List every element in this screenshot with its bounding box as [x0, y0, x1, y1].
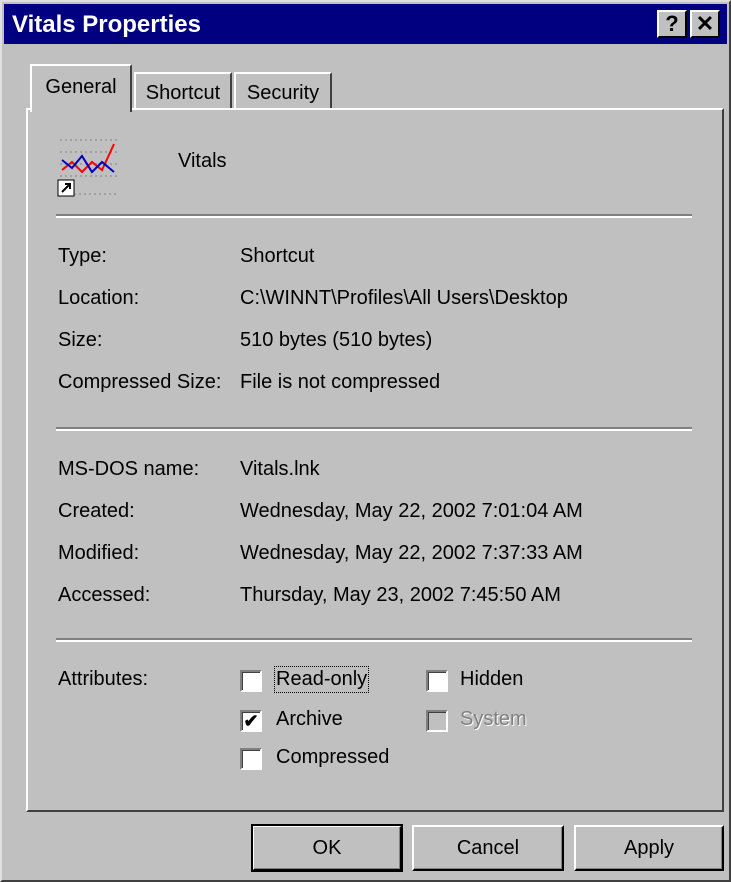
divider [56, 427, 692, 431]
tab-label: Shortcut [145, 82, 221, 104]
modified-value: Wednesday, May 22, 2002 7:37:33 AM [240, 542, 583, 564]
file-name: Vitals [178, 150, 227, 172]
ms-dos-name-label: MS-DOS name: [58, 458, 200, 480]
help-button[interactable]: ? [657, 10, 687, 38]
location-value: C:\WINNT\Profiles\All Users\Desktop [240, 287, 568, 309]
compressed-checkbox[interactable] [240, 748, 262, 770]
size-value: 510 bytes (510 bytes) [240, 329, 433, 351]
divider [56, 214, 692, 218]
read-only-label[interactable]: Read-only [273, 666, 370, 693]
hidden-checkbox[interactable] [426, 670, 448, 692]
read-only-checkbox[interactable] [240, 670, 262, 692]
accessed-value: Thursday, May 23, 2002 7:45:50 AM [240, 584, 561, 606]
archive-label[interactable]: Archive [276, 708, 343, 731]
tab-shortcut[interactable]: Shortcut [134, 72, 232, 112]
type-value: Shortcut [240, 245, 315, 267]
cancel-button[interactable]: Cancel [412, 825, 564, 871]
attributes-label: Attributes: [58, 668, 149, 690]
tab-security[interactable]: Security [234, 72, 332, 112]
close-icon: ✕ [695, 11, 715, 36]
hidden-label[interactable]: Hidden [460, 668, 523, 691]
apply-button[interactable]: Apply [574, 825, 724, 871]
compressed-size-value: File is not compressed [240, 371, 441, 393]
system-checkbox [426, 710, 448, 732]
properties-window: Vitals Properties ? ✕ General Shortcut S… [0, 0, 731, 882]
divider [56, 638, 692, 642]
location-label: Location: [58, 287, 140, 309]
line-chart-shortcut-icon [56, 132, 122, 198]
tab-label: Security [246, 82, 320, 104]
ms-dos-name-value: Vitals.lnk [240, 458, 320, 480]
system-label: System [460, 708, 527, 730]
archive-checkbox[interactable]: ✔ [240, 710, 262, 732]
compressed-label[interactable]: Compressed [276, 746, 389, 769]
help-icon: ? [665, 11, 679, 36]
close-button[interactable]: ✕ [690, 10, 720, 38]
size-label: Size: [58, 329, 103, 351]
title-bar[interactable]: Vitals Properties ? ✕ [4, 4, 727, 44]
compressed-size-label: Compressed Size: [58, 371, 222, 393]
tab-label: General [45, 76, 117, 98]
tab-general[interactable]: General [30, 64, 132, 112]
cancel-button-label: Cancel [456, 836, 520, 859]
ok-button[interactable]: OK [251, 824, 403, 872]
modified-label: Modified: [58, 542, 140, 564]
type-label: Type: [58, 245, 107, 267]
created-value: Wednesday, May 22, 2002 7:01:04 AM [240, 500, 583, 522]
apply-button-label: Apply [623, 836, 675, 859]
accessed-label: Accessed: [58, 584, 151, 606]
window-title: Vitals Properties [12, 11, 201, 38]
ok-button-label: OK [312, 836, 342, 859]
created-label: Created: [58, 500, 135, 522]
